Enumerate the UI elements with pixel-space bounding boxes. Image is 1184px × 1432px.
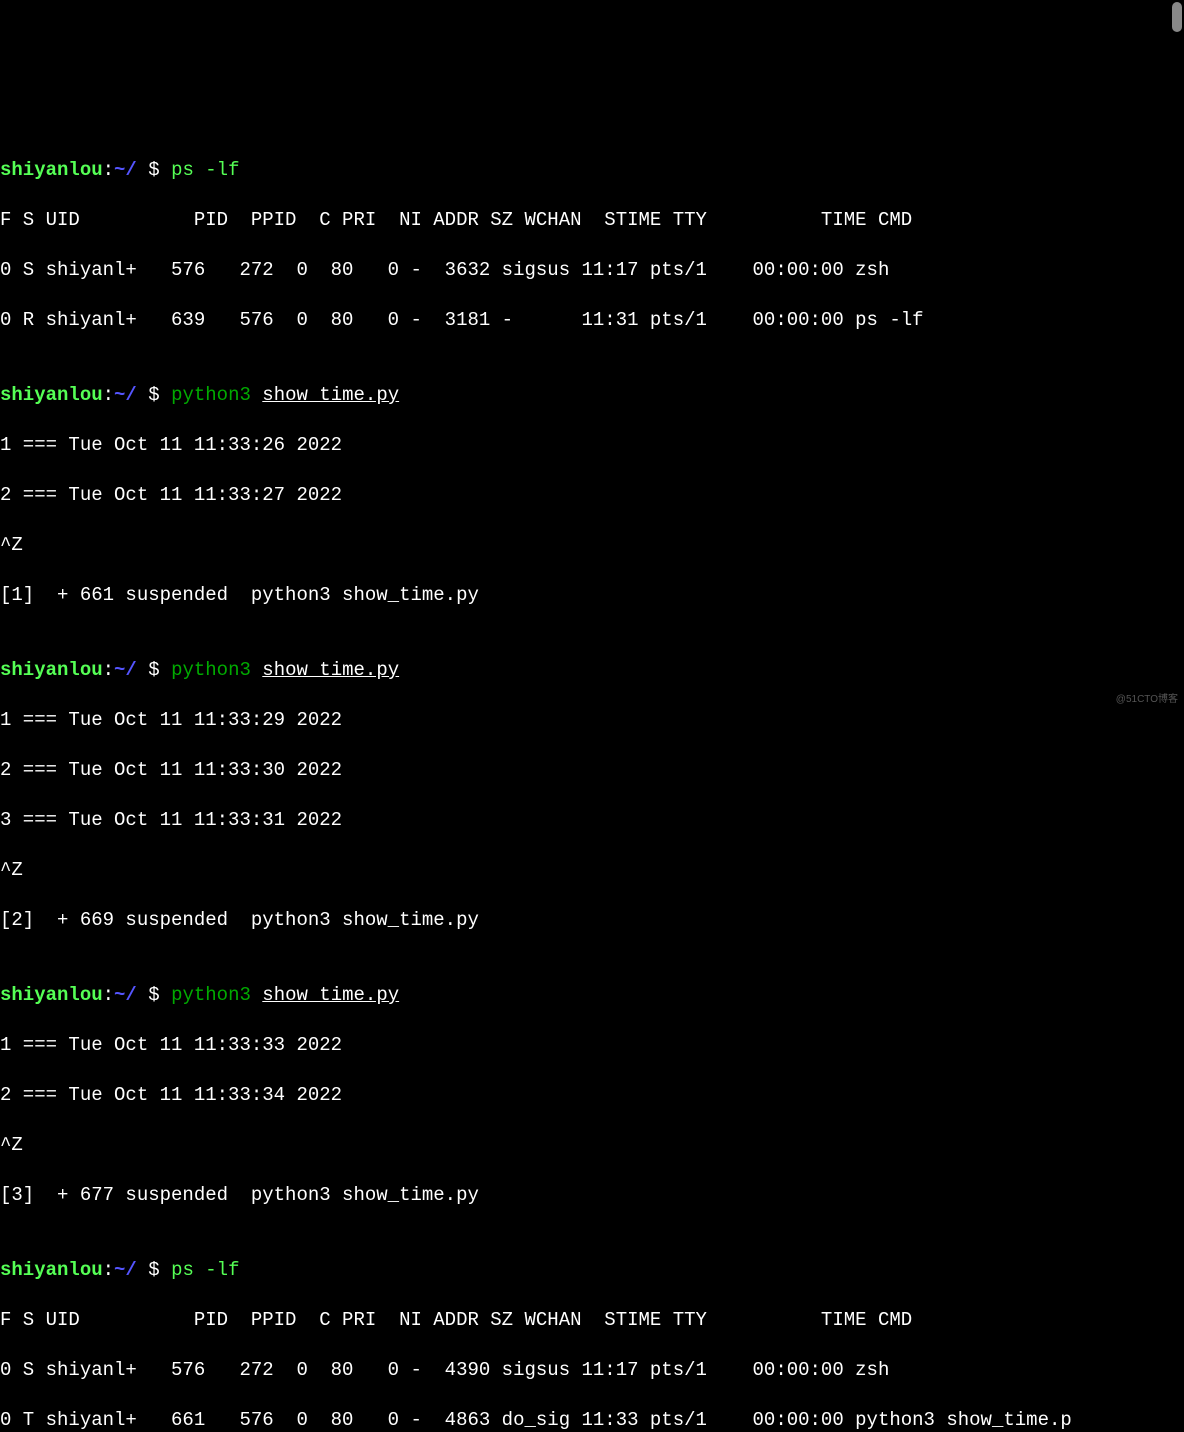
ps-row: 0 S shiyanl+ 576 272 0 80 0 - 4390 sigsu…: [0, 1358, 1184, 1383]
prompt-line: shiyanlou:~/ $ ps -lf: [0, 158, 1184, 183]
command-arg: show_time.py: [262, 984, 399, 1006]
output-line: ^Z: [0, 533, 1184, 558]
ps-row: 0 R shiyanl+ 639 576 0 80 0 - 3181 - 11:…: [0, 308, 1184, 333]
prompt-dollar: $: [148, 159, 171, 181]
prompt-path: ~/: [114, 984, 137, 1006]
terminal[interactable]: shiyanlou:~/ $ ps -lf F S UID PID PPID C…: [0, 100, 1184, 1432]
prompt-line: shiyanlou:~/ $ python3 show_time.py: [0, 983, 1184, 1008]
prompt-path: ~/: [114, 384, 137, 406]
command-arg: show_time.py: [262, 384, 399, 406]
ps-row: 0 S shiyanl+ 576 272 0 80 0 - 3632 sigsu…: [0, 258, 1184, 283]
prompt-line: shiyanlou:~/ $ python3 show_time.py: [0, 383, 1184, 408]
output-line: [3] + 677 suspended python3 show_time.py: [0, 1183, 1184, 1208]
prompt-path: ~/: [114, 1259, 137, 1281]
output-line: 1 === Tue Oct 11 11:33:33 2022: [0, 1033, 1184, 1058]
output-line: ^Z: [0, 1133, 1184, 1158]
ps-header: F S UID PID PPID C PRI NI ADDR SZ WCHAN …: [0, 1308, 1184, 1333]
watermark-text: @51CTO博客: [1116, 687, 1178, 712]
output-line: [2] + 669 suspended python3 show_time.py: [0, 908, 1184, 933]
command-python: python3: [171, 984, 251, 1006]
ps-row: 0 T shiyanl+ 661 576 0 80 0 - 4863 do_si…: [0, 1408, 1184, 1432]
output-line: 3 === Tue Oct 11 11:33:31 2022: [0, 808, 1184, 833]
prompt-path: ~/: [114, 159, 137, 181]
prompt-user: shiyanlou: [0, 1259, 103, 1281]
output-line: 1 === Tue Oct 11 11:33:29 2022: [0, 708, 1184, 733]
prompt-user: shiyanlou: [0, 384, 103, 406]
prompt-user: shiyanlou: [0, 159, 103, 181]
output-line: [1] + 661 suspended python3 show_time.py: [0, 583, 1184, 608]
command-arg: show_time.py: [262, 659, 399, 681]
output-line: 2 === Tue Oct 11 11:33:34 2022: [0, 1083, 1184, 1108]
prompt-path: ~/: [114, 659, 137, 681]
output-line: 1 === Tue Oct 11 11:33:26 2022: [0, 433, 1184, 458]
command-text: ps -lf: [171, 1259, 239, 1281]
command-text: ps -lf: [171, 159, 239, 181]
prompt-line: shiyanlou:~/ $ python3 show_time.py: [0, 658, 1184, 683]
prompt-user: shiyanlou: [0, 984, 103, 1006]
prompt-dollar: $: [148, 984, 171, 1006]
prompt-user: shiyanlou: [0, 659, 103, 681]
prompt-dollar: $: [148, 659, 171, 681]
command-python: python3: [171, 659, 251, 681]
output-line: 2 === Tue Oct 11 11:33:27 2022: [0, 483, 1184, 508]
prompt-dollar: $: [148, 1259, 171, 1281]
output-line: ^Z: [0, 858, 1184, 883]
command-python: python3: [171, 384, 251, 406]
output-line: 2 === Tue Oct 11 11:33:30 2022: [0, 758, 1184, 783]
prompt-line: shiyanlou:~/ $ ps -lf: [0, 1258, 1184, 1283]
scrollbar[interactable]: [1172, 2, 1182, 32]
ps-header: F S UID PID PPID C PRI NI ADDR SZ WCHAN …: [0, 208, 1184, 233]
prompt-dollar: $: [148, 384, 171, 406]
